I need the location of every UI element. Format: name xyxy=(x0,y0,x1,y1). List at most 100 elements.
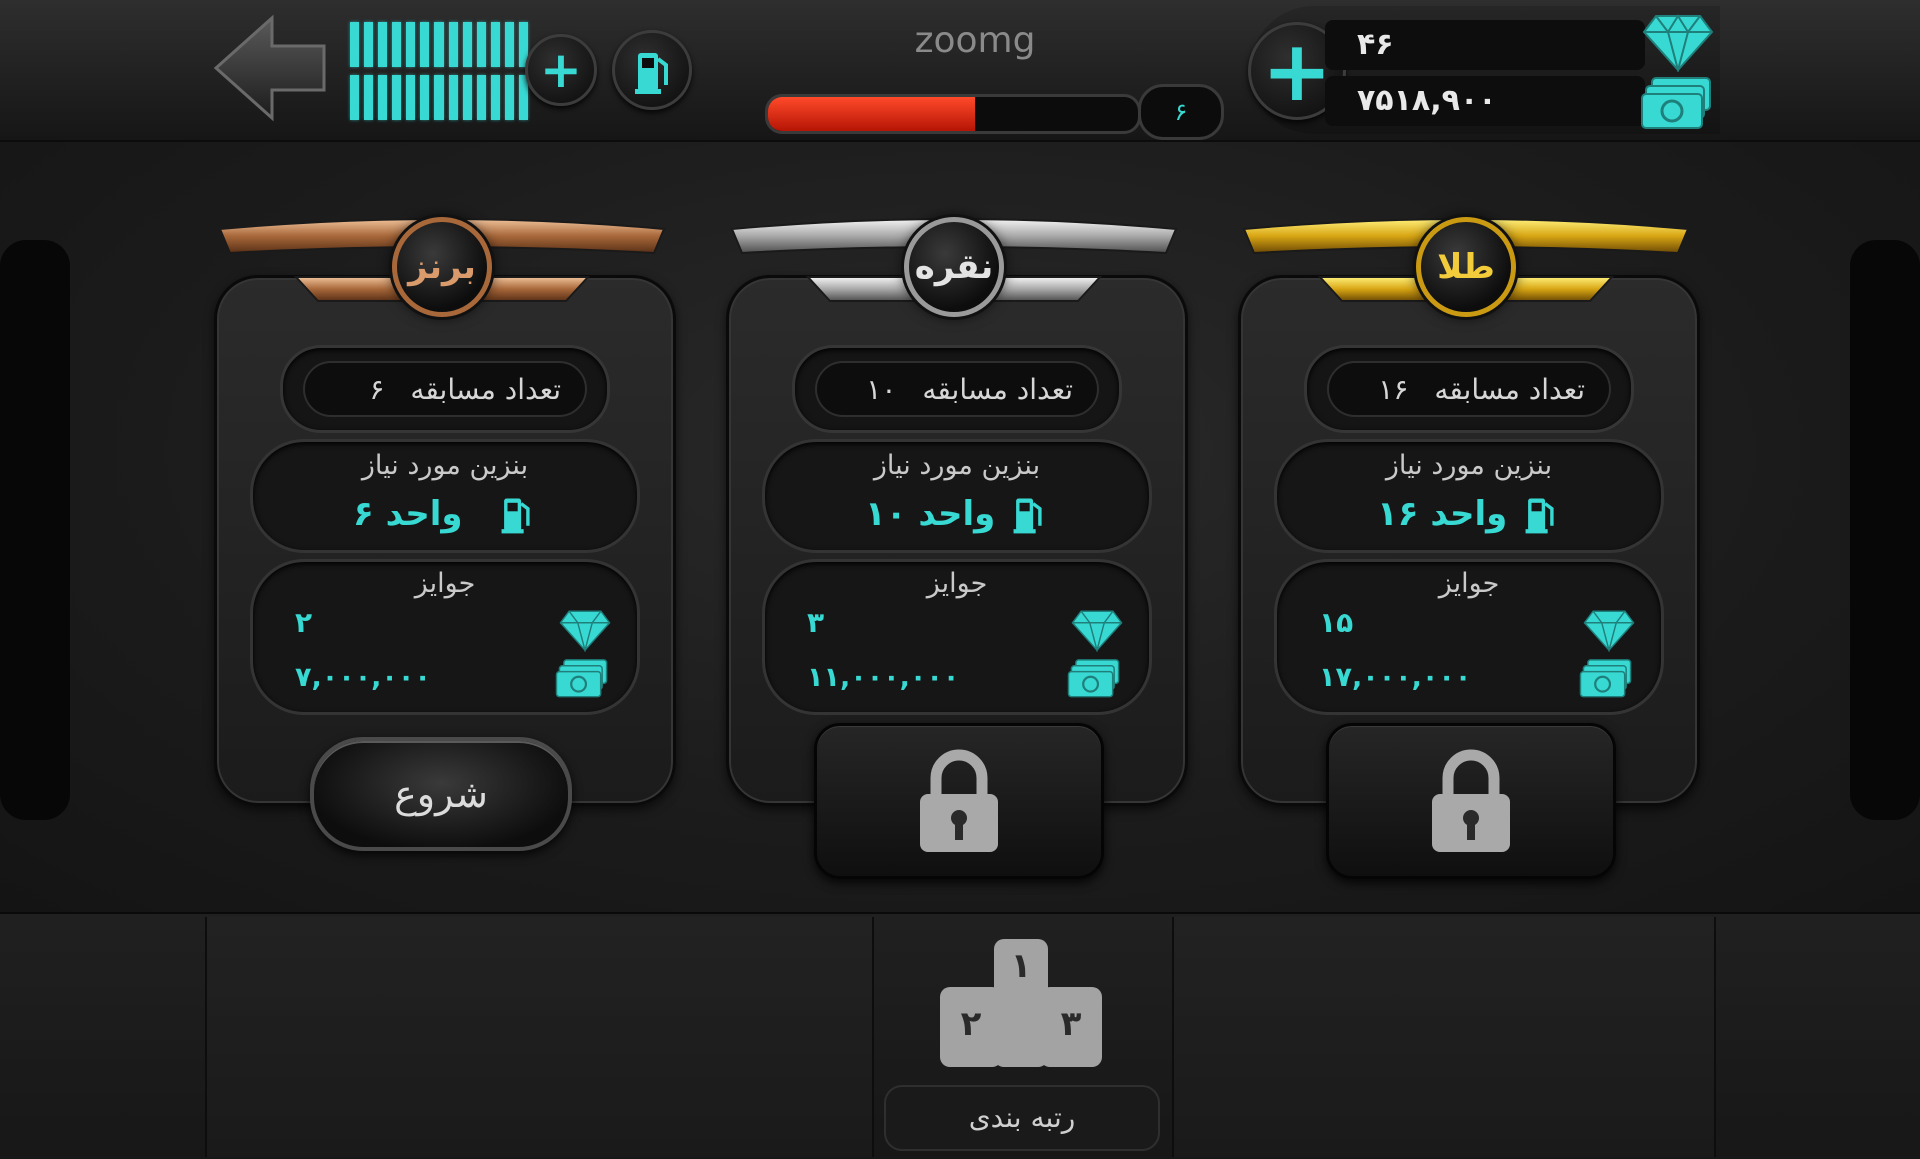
fuel-bar-segment xyxy=(490,75,500,120)
tier-card: طلا ۱۶ تعداد مسابقه بنزین مورد نیاز ۱۶ و… xyxy=(1238,215,1700,879)
diamond-icon xyxy=(1642,14,1714,72)
diamond-icon xyxy=(1071,610,1123,652)
prizes-box: جوایز ۱۵ ۱۷,۰۰۰,۰۰۰ xyxy=(1274,559,1664,715)
prize-money: ۱۱,۰۰۰,۰۰۰ xyxy=(807,662,960,693)
tier-card: نقره ۱۰ تعداد مسابقه بنزین مورد نیاز ۱۰ … xyxy=(726,215,1188,879)
fuel-bar-segment xyxy=(420,75,430,120)
fuel-pump-icon xyxy=(635,53,668,94)
bottom-panel-left xyxy=(205,917,874,1157)
start-button[interactable]: شروع xyxy=(310,737,572,851)
player-level: ۶ xyxy=(1138,84,1224,140)
fuel-bar-segment xyxy=(476,75,486,120)
required-fuel-value: ۱۶ واحد xyxy=(1377,494,1508,534)
race-count-inner: ۱۶ تعداد مسابقه xyxy=(1327,361,1611,417)
ranking-button[interactable]: ۱ ۲ ۳ رتبه بندی xyxy=(876,917,1166,1157)
fuel-pump-button[interactable] xyxy=(612,30,692,110)
fuel-bar-segment xyxy=(476,22,486,67)
podium-third-label: ۳ xyxy=(1061,1004,1082,1044)
required-fuel-value: ۱۰ واحد xyxy=(865,494,996,534)
race-count-pill: ۱۶ تعداد مسابقه xyxy=(1304,345,1634,433)
race-count-value: ۱۶ xyxy=(1378,372,1409,406)
race-count-inner: ۶ تعداد مسابقه xyxy=(303,361,587,417)
fuel-bar-segment xyxy=(462,75,472,120)
xp-progress-bar xyxy=(765,94,1141,134)
required-fuel-title: بنزین مورد نیاز xyxy=(873,450,1041,481)
podium-second-label: ۲ xyxy=(961,1004,982,1044)
fuel-pump-icon xyxy=(501,498,530,534)
lock-icon xyxy=(1432,749,1510,852)
prize-money: ۷,۰۰۰,۰۰۰ xyxy=(295,662,431,693)
podium-icon: ۱ ۲ ۳ xyxy=(940,939,1102,1067)
start-button-label: شروع xyxy=(394,772,488,816)
diamond-icon xyxy=(1583,610,1635,652)
cash-icon xyxy=(1579,659,1632,698)
cash-icon xyxy=(1641,77,1711,129)
race-count-label: تعداد مسابقه xyxy=(410,372,561,406)
prizes-title: جوایز xyxy=(926,568,988,599)
cash-icon xyxy=(1067,659,1120,698)
fuel-gauge xyxy=(350,22,529,122)
prize-diamonds: ۲ xyxy=(295,606,313,639)
tier-name: نقره xyxy=(914,247,994,287)
race-count-pill: ۶ تعداد مسابقه xyxy=(280,345,610,433)
podium-first-label: ۱ xyxy=(1011,946,1032,986)
player-name: zoomg xyxy=(914,20,1036,61)
plus-icon: + xyxy=(540,41,582,99)
plus-icon: + xyxy=(1261,22,1333,120)
fuel-bar-segment xyxy=(378,22,388,67)
prize-diamonds: ۱۵ xyxy=(1319,606,1354,639)
left-side-block xyxy=(0,240,70,820)
fuel-bar-segment xyxy=(350,75,360,120)
fuel-pump-icon xyxy=(1013,498,1042,534)
add-fuel-button[interactable]: + xyxy=(525,34,597,106)
locked-button[interactable] xyxy=(1326,723,1616,879)
tier-name: برنز xyxy=(408,247,476,287)
race-count-value: ۶ xyxy=(369,372,385,406)
race-count-label: تعداد مسابقه xyxy=(922,372,1073,406)
required-fuel-title: بنزین مورد نیاز xyxy=(361,450,529,481)
fuel-bar-segment xyxy=(434,75,444,120)
required-fuel-value: ۶ واحد xyxy=(353,494,463,534)
fuel-bar-segment xyxy=(406,22,416,67)
back-button[interactable] xyxy=(210,8,330,128)
fuel-bar-segment xyxy=(392,22,402,67)
tier-badge: برنز xyxy=(392,217,492,317)
diamond-count: ۴۶ xyxy=(1325,20,1645,70)
fuel-bar-segment xyxy=(434,22,444,67)
fuel-pump-icon xyxy=(1525,498,1554,534)
prizes-title: جوایز xyxy=(414,568,476,599)
fuel-bar-segment xyxy=(364,75,374,120)
fuel-bar-segment xyxy=(392,75,402,120)
required-fuel-box: بنزین مورد نیاز ۱۶ واحد xyxy=(1274,439,1664,553)
fuel-bar-segment xyxy=(406,75,416,120)
race-count-value: ۱۰ xyxy=(866,372,897,406)
tier-badge: نقره xyxy=(904,217,1004,317)
fuel-bar-segment xyxy=(420,22,430,67)
fuel-bar-segment xyxy=(462,22,472,67)
prizes-title: جوایز xyxy=(1438,568,1500,599)
ranking-label: رتبه بندی xyxy=(884,1085,1160,1151)
race-count-pill: ۱۰ تعداد مسابقه xyxy=(792,345,1122,433)
prizes-box: جوایز ۳ ۱۱,۰۰۰,۰۰۰ xyxy=(762,559,1152,715)
fuel-bar-segment xyxy=(448,22,458,67)
fuel-bar-segment xyxy=(504,75,514,120)
race-count-label: تعداد مسابقه xyxy=(1434,372,1585,406)
fuel-bar-segment xyxy=(504,22,514,67)
money-amount: ۷۵۱۸,۹۰۰ xyxy=(1325,76,1645,126)
race-count-inner: ۱۰ تعداد مسابقه xyxy=(815,361,1099,417)
required-fuel-box: بنزین مورد نیاز ۶ واحد xyxy=(250,439,640,553)
cash-icon xyxy=(555,659,608,698)
fuel-bar-segment xyxy=(350,22,360,67)
prize-diamonds: ۳ xyxy=(807,606,825,639)
locked-button[interactable] xyxy=(814,723,1104,879)
prizes-box: جوایز ۲ ۷,۰۰۰,۰۰۰ xyxy=(250,559,640,715)
lock-icon xyxy=(920,749,998,852)
fuel-bar-segment xyxy=(448,75,458,120)
fuel-bar-segment xyxy=(364,22,374,67)
required-fuel-box: بنزین مورد نیاز ۱۰ واحد xyxy=(762,439,1152,553)
prize-money: ۱۷,۰۰۰,۰۰۰ xyxy=(1319,662,1472,693)
tier-card: برنز ۶ تعداد مسابقه بنزین مورد نیاز ۶ وا… xyxy=(214,215,676,851)
diamond-icon xyxy=(559,610,611,652)
fuel-bar-segment xyxy=(378,75,388,120)
required-fuel-title: بنزین مورد نیاز xyxy=(1385,450,1553,481)
